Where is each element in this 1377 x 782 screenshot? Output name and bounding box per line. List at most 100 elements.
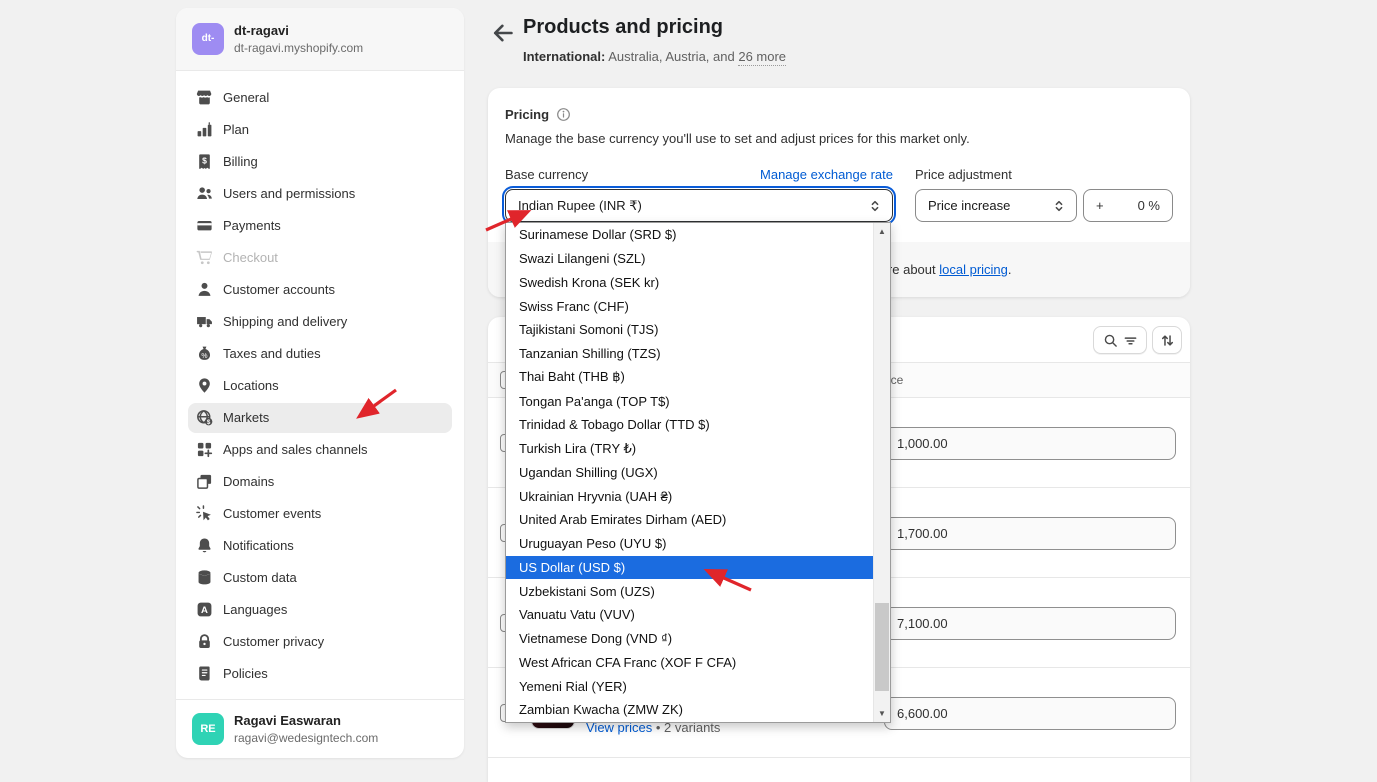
- back-arrow-icon: [490, 20, 516, 46]
- price-adjustment-select[interactable]: Price increase: [915, 189, 1077, 222]
- search-icon: [1103, 333, 1118, 348]
- sidebar-item-label: Shipping and delivery: [223, 314, 347, 329]
- sidebar-item-plan[interactable]: Plan: [188, 115, 452, 145]
- sidebar-item-languages[interactable]: ALanguages: [188, 595, 452, 625]
- currency-option[interactable]: Swazi Lilangeni (SZL): [506, 247, 873, 271]
- sidebar-item-shipping-and-delivery[interactable]: Shipping and delivery: [188, 307, 452, 337]
- sidebar-item-payments[interactable]: Payments: [188, 211, 452, 241]
- currency-option[interactable]: Vanuatu Vatu (VUV): [506, 603, 873, 627]
- sidebar-item-users-and-permissions[interactable]: Users and permissions: [188, 179, 452, 209]
- scroll-down-arrow-icon[interactable]: ▼: [874, 705, 890, 722]
- adjustment-percent-input[interactable]: + 0 %: [1083, 189, 1173, 222]
- subtitle-label: International:: [523, 49, 605, 64]
- currency-option[interactable]: Thai Baht (THB ฿): [506, 366, 873, 390]
- settings-page: dt- dt-ragavi dt-ragavi.myshopify.com Ge…: [0, 0, 1377, 782]
- price-adjustment-label: Price adjustment: [915, 167, 1012, 182]
- dropdown-scrollbar[interactable]: ▲ ▼: [873, 223, 890, 722]
- sidebar-item-custom-data[interactable]: Custom data: [188, 563, 452, 593]
- price-input[interactable]: 7,100.00: [884, 607, 1176, 640]
- price-input[interactable]: 1,700.00: [884, 517, 1176, 550]
- sidebar-item-customer-privacy[interactable]: Customer privacy: [188, 627, 452, 657]
- price-input[interactable]: 1,000.00: [884, 427, 1176, 460]
- currency-option[interactable]: Ugandan Shilling (UGX): [506, 461, 873, 485]
- info-icon[interactable]: [556, 107, 571, 122]
- manage-exchange-rate-link[interactable]: Manage exchange rate: [760, 167, 893, 182]
- currency-option[interactable]: Swedish Krona (SEK kr): [506, 271, 873, 295]
- sidebar-item-label: Notifications: [223, 538, 294, 553]
- currency-option[interactable]: Surinamese Dollar (SRD $): [506, 223, 873, 247]
- currency-option[interactable]: Vietnamese Dong (VND ₫): [506, 627, 873, 651]
- sidebar-item-checkout[interactable]: Checkout: [188, 243, 452, 273]
- sort-icon: [1160, 333, 1175, 348]
- sidebar-item-label: Markets: [223, 410, 269, 425]
- adjustment-sign: +: [1096, 198, 1104, 213]
- sidebar-item-apps-and-sales-channels[interactable]: Apps and sales channels: [188, 435, 452, 465]
- search-and-filter-button[interactable]: [1093, 326, 1147, 354]
- sidebar-item-locations[interactable]: Locations: [188, 371, 452, 401]
- scroll-up-arrow-icon[interactable]: ▲: [874, 223, 890, 240]
- sidebar-item-markets[interactable]: $Markets: [188, 403, 452, 433]
- currency-option[interactable]: Swiss Franc (CHF): [506, 294, 873, 318]
- price-input[interactable]: 6,600.00: [884, 697, 1176, 730]
- sidebar-item-customer-events[interactable]: Customer events: [188, 499, 452, 529]
- policies-icon: [196, 665, 213, 682]
- filter-icon: [1123, 333, 1138, 348]
- currency-option[interactable]: West African CFA Franc (XOF F CFA): [506, 651, 873, 675]
- sort-button[interactable]: [1152, 326, 1182, 354]
- currency-option[interactable]: Trinidad & Tobago Dollar (TTD $): [506, 413, 873, 437]
- back-button[interactable]: [490, 20, 516, 46]
- sidebar-item-label: Customer accounts: [223, 282, 335, 297]
- currency-option[interactable]: Tongan Pa'anga (TOP T$): [506, 389, 873, 413]
- page-subtitle: International: Australia, Austria, and 2…: [523, 49, 786, 64]
- chevron-updown-icon: [868, 199, 882, 213]
- svg-text:A: A: [201, 605, 208, 616]
- sidebar-item-notifications[interactable]: Notifications: [188, 531, 452, 561]
- base-currency-label: Base currency: [505, 167, 588, 182]
- currency-option-selected[interactable]: US Dollar (USD $): [506, 556, 873, 580]
- store-icon: [196, 89, 213, 106]
- currency-option[interactable]: Tanzanian Shilling (TZS): [506, 342, 873, 366]
- subtitle-text: Australia, Austria, and: [608, 49, 734, 64]
- currency-option[interactable]: Yemeni Rial (YER): [506, 674, 873, 698]
- sidebar-item-policies[interactable]: Policies: [188, 659, 452, 689]
- currency-option[interactable]: United Arab Emirates Dirham (AED): [506, 508, 873, 532]
- domains-icon: [196, 473, 213, 490]
- pricing-description: Manage the base currency you'll use to s…: [505, 131, 970, 146]
- sidebar-item-label: Domains: [223, 474, 274, 489]
- currency-option[interactable]: Zambian Kwacha (ZMW ZK): [506, 698, 873, 722]
- scrollbar-thumb[interactable]: [875, 603, 889, 691]
- sidebar-item-customer-accounts[interactable]: Customer accounts: [188, 275, 452, 305]
- currency-option[interactable]: Uzbekistani Som (UZS): [506, 579, 873, 603]
- sidebar-item-billing[interactable]: $Billing: [188, 147, 452, 177]
- currency-option[interactable]: Tajikistani Somoni (TJS): [506, 318, 873, 342]
- payments-icon: [196, 217, 213, 234]
- taxes-icon: %: [196, 345, 213, 362]
- user-footer[interactable]: RE Ragavi Easwaran ragavi@wedesigntech.c…: [176, 699, 464, 758]
- local-pricing-link[interactable]: local pricing: [939, 262, 1008, 277]
- sidebar-item-taxes-and-duties[interactable]: %Taxes and duties: [188, 339, 452, 369]
- sidebar-item-general[interactable]: General: [188, 83, 452, 113]
- location-pin-icon: [196, 377, 213, 394]
- translate-icon: A: [196, 601, 213, 618]
- sidebar-item-domains[interactable]: Domains: [188, 467, 452, 497]
- store-domain: dt-ragavi.myshopify.com: [234, 40, 363, 56]
- store-avatar: dt-: [192, 23, 224, 55]
- settings-nav: General Plan$BillingUsers and permissions…: [176, 71, 464, 700]
- sidebar-item-label: Checkout: [223, 250, 278, 265]
- store-header[interactable]: dt- dt-ragavi dt-ragavi.myshopify.com: [176, 8, 464, 71]
- sidebar-item-label: General: [223, 90, 269, 105]
- currency-option[interactable]: Ukrainian Hryvnia (UAH ₴): [506, 484, 873, 508]
- database-icon: [196, 569, 213, 586]
- sidebar-item-label: Customer events: [223, 506, 321, 521]
- currency-option[interactable]: Turkish Lira (TRY ₺): [506, 437, 873, 461]
- currency-dropdown-menu: Surinamese Dollar (SRD $)Swazi Lilangeni…: [505, 222, 891, 723]
- base-currency-value: Indian Rupee (INR ₹): [518, 198, 642, 214]
- base-currency-select[interactable]: Indian Rupee (INR ₹): [505, 189, 893, 222]
- sidebar-item-label: Custom data: [223, 570, 297, 585]
- person-icon: [196, 281, 213, 298]
- user-avatar: RE: [192, 713, 224, 745]
- subtitle-more-link[interactable]: 26 more: [738, 49, 786, 66]
- settings-sidebar: dt- dt-ragavi dt-ragavi.myshopify.com Ge…: [176, 8, 464, 758]
- sidebar-item-label: Locations: [223, 378, 279, 393]
- currency-option[interactable]: Uruguayan Peso (UYU $): [506, 532, 873, 556]
